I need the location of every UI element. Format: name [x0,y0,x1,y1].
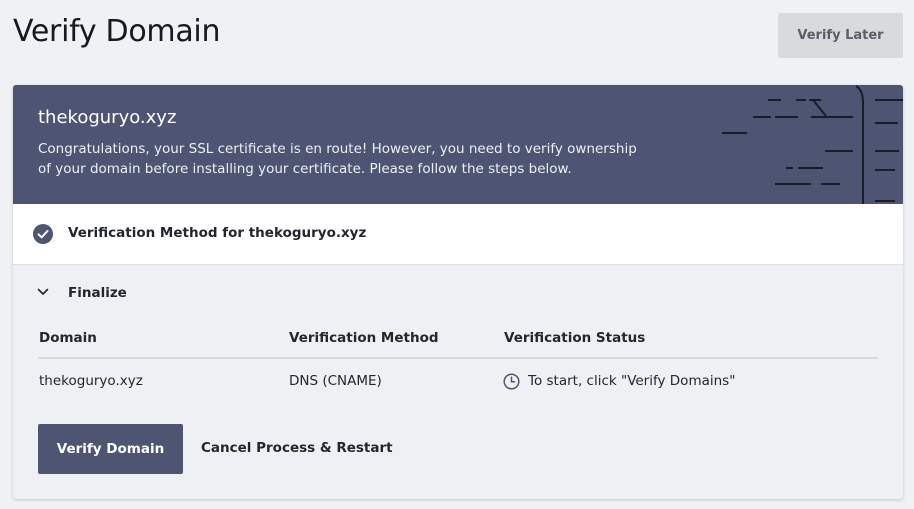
finalize-section-toggle[interactable]: Finalize [13,282,903,304]
banner-domain: thekoguryo.xyz [38,107,177,128]
cell-verification-method: DNS (CNAME) [289,373,382,389]
check-circle-icon [33,224,53,244]
table-divider [38,357,878,359]
finalize-label: Finalize [68,285,127,301]
verification-card: thekoguryo.xyz Congratulations, your SSL… [13,85,903,499]
clock-icon [503,373,520,390]
page-title: Verify Domain [13,14,221,49]
verification-method-label: Verification Method for thekoguryo.xyz [68,225,367,241]
cell-domain: thekoguryo.xyz [39,373,143,389]
decorative-lines-icon [722,85,903,204]
verify-later-button[interactable]: Verify Later [778,13,903,58]
chevron-down-icon [37,288,49,295]
column-header-verification-status: Verification Status [504,330,646,346]
cell-verification-status: To start, click "Verify Domains" [528,373,736,389]
banner: thekoguryo.xyz Congratulations, your SSL… [13,85,903,204]
verify-domain-button[interactable]: Verify Domain [38,424,183,474]
column-header-domain: Domain [39,330,97,346]
banner-message: Congratulations, your SSL certificate is… [38,141,637,177]
cancel-restart-button[interactable]: Cancel Process & Restart [201,440,393,456]
verification-method-row[interactable]: Verification Method for thekoguryo.xyz [13,204,903,265]
column-header-verification-method: Verification Method [289,330,439,346]
